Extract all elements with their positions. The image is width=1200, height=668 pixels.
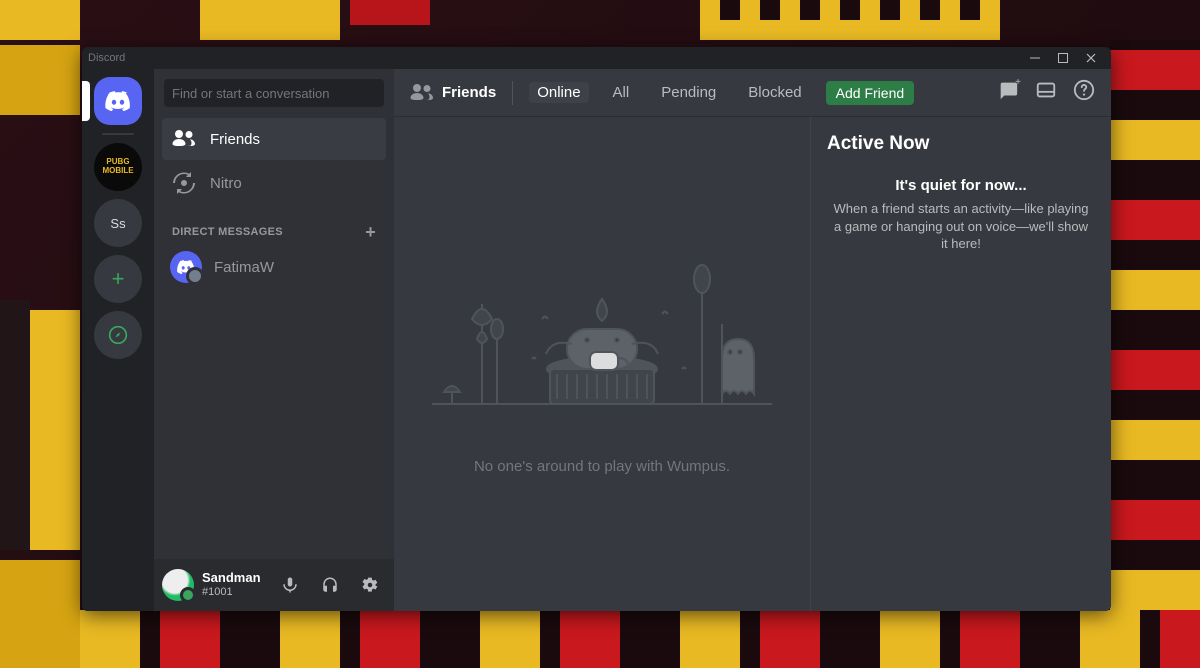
new-group-dm-button[interactable]: +: [997, 79, 1019, 106]
sidebar-item-friends[interactable]: Friends: [162, 118, 386, 160]
plus-badge-icon: +: [1015, 77, 1021, 88]
empty-state: No one's around to play with Wumpus.: [394, 117, 811, 611]
topbar-title-label: Friends: [442, 84, 496, 101]
server-pubg[interactable]: PUBG MOBILE: [94, 143, 142, 191]
user-info[interactable]: Sandman #1001: [202, 571, 266, 599]
discord-logo-icon: [104, 91, 132, 111]
main-panel: Friends Online All Pending Blocked Add F…: [394, 69, 1111, 611]
plus-icon: +: [112, 266, 125, 292]
help-button[interactable]: [1073, 79, 1095, 106]
active-now-panel: Active Now It's quiet for now... When a …: [811, 117, 1111, 611]
dm-header-label: DIRECT MESSAGES: [172, 226, 283, 238]
add-server-button[interactable]: +: [94, 255, 142, 303]
add-friend-button[interactable]: Add Friend: [826, 81, 914, 105]
user-tag: #1001: [202, 586, 266, 599]
topbar: Friends Online All Pending Blocked Add F…: [394, 69, 1111, 117]
tab-online[interactable]: Online: [529, 82, 588, 103]
inbox-button[interactable]: [1035, 79, 1057, 106]
server-rail: PUBG MOBILE Ss +: [82, 69, 154, 611]
status-offline-icon: [186, 267, 204, 285]
sidebar-item-label: Nitro: [210, 175, 242, 192]
dm-item[interactable]: FatimaW: [162, 246, 386, 288]
tab-pending[interactable]: Pending: [653, 82, 724, 103]
help-icon: [1073, 79, 1095, 101]
dm-name: FatimaW: [214, 259, 274, 276]
sidebar-item-nitro[interactable]: Nitro: [162, 162, 386, 204]
search-input[interactable]: Find or start a conversation: [164, 79, 384, 107]
wumpus-illustration: [422, 224, 782, 424]
inbox-icon: [1035, 79, 1057, 101]
empty-state-text: No one's around to play with Wumpus.: [474, 458, 730, 475]
explore-servers-button[interactable]: [94, 311, 142, 359]
user-settings-button[interactable]: [354, 569, 386, 601]
friends-icon: [172, 127, 196, 151]
microphone-icon: [281, 576, 299, 594]
create-dm-button[interactable]: +: [365, 223, 376, 241]
discord-window: Discord PUBG MOBILE Ss +: [82, 47, 1111, 611]
titlebar: Discord: [82, 47, 1111, 69]
compass-icon: [108, 325, 128, 345]
tab-all[interactable]: All: [605, 82, 638, 103]
user-avatar[interactable]: [162, 569, 194, 601]
tab-blocked[interactable]: Blocked: [740, 82, 809, 103]
user-name: Sandman: [202, 571, 266, 586]
nitro-icon: [172, 171, 196, 195]
channel-sidebar: Find or start a conversation Friends Nit…: [154, 69, 394, 611]
sidebar-item-label: Friends: [210, 131, 260, 148]
window-close-button[interactable]: [1077, 47, 1105, 69]
server-ss[interactable]: Ss: [94, 199, 142, 247]
topbar-separator: [512, 81, 513, 105]
window-title: Discord: [88, 52, 125, 64]
gear-icon: [361, 576, 379, 594]
selection-pill: [82, 81, 90, 121]
deafen-button[interactable]: [314, 569, 346, 601]
dm-header: DIRECT MESSAGES +: [154, 205, 394, 245]
active-now-header: Active Now: [823, 133, 1099, 155]
search-placeholder: Find or start a conversation: [172, 86, 330, 101]
window-maximize-button[interactable]: [1049, 47, 1077, 69]
mute-button[interactable]: [274, 569, 306, 601]
headphones-icon: [321, 576, 339, 594]
maximize-icon: [1057, 52, 1069, 64]
window-minimize-button[interactable]: [1021, 47, 1049, 69]
avatar: [170, 251, 202, 283]
home-button[interactable]: [94, 77, 142, 125]
minimize-icon: [1029, 52, 1041, 64]
active-now-title: It's quiet for now...: [823, 177, 1099, 194]
friends-icon: [410, 81, 434, 105]
close-icon: [1085, 52, 1097, 64]
status-online-icon: [180, 587, 196, 603]
rail-separator: [102, 133, 134, 135]
user-panel: Sandman #1001: [154, 559, 394, 611]
active-now-body: When a friend starts an activity—like pl…: [823, 200, 1099, 253]
topbar-title: Friends: [410, 81, 496, 105]
